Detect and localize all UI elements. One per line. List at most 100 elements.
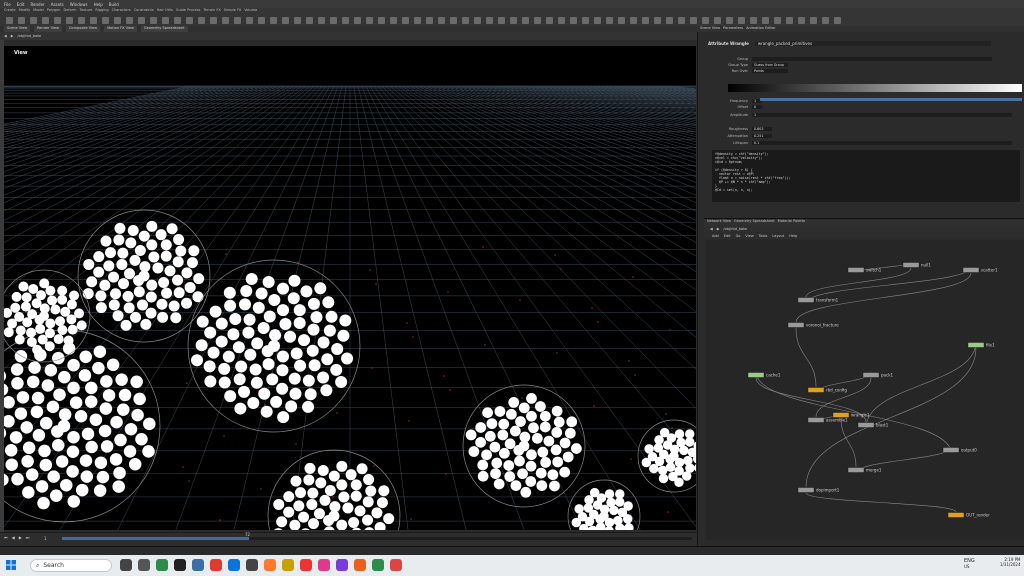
back-arrow-icon[interactable]: ◀ xyxy=(710,227,713,231)
menu-item[interactable]: File xyxy=(4,2,11,7)
shelf-tool-icon[interactable] xyxy=(618,16,625,24)
shelf-tool-icon[interactable] xyxy=(570,16,577,24)
shelf-tool-icon[interactable] xyxy=(558,16,565,24)
shelf-tool-icon[interactable] xyxy=(210,16,217,24)
shelf-tool-icon[interactable] xyxy=(390,16,397,24)
taskbar-app-icon[interactable] xyxy=(174,559,186,571)
network-node[interactable] xyxy=(967,342,985,348)
shelf-tool-icon[interactable] xyxy=(318,16,325,24)
menu-item[interactable]: Render xyxy=(30,2,44,7)
menu-item[interactable]: Windows xyxy=(70,2,88,7)
shelf-tool-icon[interactable] xyxy=(666,16,673,24)
jump-start-icon[interactable]: ⏮ xyxy=(4,535,8,540)
forward-arrow-icon[interactable]: ▶ xyxy=(11,34,14,38)
shelf-tool-icon[interactable] xyxy=(258,16,265,24)
param-field[interactable] xyxy=(752,56,992,61)
shelf-tool-icon[interactable] xyxy=(222,16,229,24)
shelf-tool-icon[interactable] xyxy=(702,16,709,24)
network-node[interactable] xyxy=(942,447,960,453)
shelf-tool-icon[interactable] xyxy=(606,16,613,24)
shelf-tool-icon[interactable] xyxy=(294,16,301,24)
menu-item[interactable]: Help xyxy=(94,2,103,7)
menu-item[interactable]: Build xyxy=(109,2,119,7)
network-path[interactable]: /obj/rbd_bake xyxy=(723,227,747,231)
taskbar-app-icon[interactable] xyxy=(336,559,348,571)
shelf-tool-icon[interactable] xyxy=(522,16,529,24)
network-menu-item[interactable]: Tools xyxy=(759,234,768,238)
network-node[interactable] xyxy=(787,322,805,328)
shelf-tool-icon[interactable] xyxy=(762,16,769,24)
param-field[interactable]: 0 xyxy=(752,104,762,109)
shelf-tool-icon[interactable] xyxy=(150,16,157,24)
shelf-tool-icon[interactable] xyxy=(42,16,49,24)
shelf-tool-icon[interactable] xyxy=(186,16,193,24)
param-field[interactable]: 0.603 xyxy=(752,126,772,131)
shelf-tool-icon[interactable] xyxy=(474,16,481,24)
windows-start-icon[interactable] xyxy=(6,560,16,570)
shelf-tool-icon[interactable] xyxy=(594,16,601,24)
shelf-tool-icon[interactable] xyxy=(246,16,253,24)
taskbar-app-icon[interactable] xyxy=(228,559,240,571)
network-menu-item[interactable]: Layout xyxy=(772,234,784,238)
shelf-tool-icon[interactable] xyxy=(714,16,721,24)
shelf-tool-icon[interactable] xyxy=(126,16,133,24)
network-node[interactable] xyxy=(807,417,825,423)
network-node[interactable] xyxy=(747,372,765,378)
taskbar-app-icon[interactable] xyxy=(300,559,312,571)
shelf-tool-icon[interactable] xyxy=(330,16,337,24)
shelf-tool-icon[interactable] xyxy=(30,16,37,24)
shelf-tool-icon[interactable] xyxy=(750,16,757,24)
taskbar-app-icon[interactable] xyxy=(354,559,366,571)
shelf-tool-icon[interactable] xyxy=(738,16,745,24)
param-dropdown[interactable]: Points xyxy=(752,68,788,73)
taskbar-app-icon[interactable] xyxy=(282,559,294,571)
shelf-tool-icon[interactable] xyxy=(198,16,205,24)
shelf-tool-icon[interactable] xyxy=(306,16,313,24)
play-icon[interactable]: ▶ xyxy=(19,535,22,540)
shelf-tool-icon[interactable] xyxy=(114,16,121,24)
shelf-tool-icon[interactable] xyxy=(810,16,817,24)
network-editor[interactable]: switch1 null1 transform1 scatter1 voronoi_fr… xyxy=(706,240,1024,540)
shelf-tool-icon[interactable] xyxy=(726,16,733,24)
shelf-tool-icon[interactable] xyxy=(834,16,841,24)
shelf-tool-icon[interactable] xyxy=(270,16,277,24)
param-dropdown[interactable]: Guess from Group xyxy=(752,62,788,67)
network-node[interactable] xyxy=(862,372,880,378)
step-back-icon[interactable]: ◀ xyxy=(12,535,15,540)
shelf-tool-icon[interactable] xyxy=(630,16,637,24)
shelf-tool-icon[interactable] xyxy=(234,16,241,24)
network-node[interactable] xyxy=(857,422,875,428)
taskbar-app-icon[interactable] xyxy=(210,559,222,571)
menu-item[interactable]: Edit xyxy=(17,2,25,7)
shelf-tool-icon[interactable] xyxy=(414,16,421,24)
shelf-tool-icon[interactable] xyxy=(6,16,13,24)
param-slider[interactable] xyxy=(760,98,1022,101)
shelf-tool-icon[interactable] xyxy=(54,16,61,24)
shelf-tool-icon[interactable] xyxy=(486,16,493,24)
shelf-tool-icon[interactable] xyxy=(78,16,85,24)
shelf-tool-icon[interactable] xyxy=(642,16,649,24)
shelf-tool-icon[interactable] xyxy=(354,16,361,24)
network-node[interactable] xyxy=(947,512,965,518)
network-menu-item[interactable]: Add xyxy=(712,234,719,238)
network-node[interactable] xyxy=(797,297,815,303)
frame-current[interactable]: 72 xyxy=(245,532,250,537)
network-menu-item[interactable]: View xyxy=(745,234,753,238)
tab-scene-view-right[interactable]: Scene View xyxy=(700,26,720,32)
network-node[interactable] xyxy=(832,412,850,418)
shelf-tool-icon[interactable] xyxy=(582,16,589,24)
network-canvas[interactable]: switch1 null1 transform1 scatter1 voronoi_fr… xyxy=(706,240,1024,540)
network-node[interactable] xyxy=(847,267,865,273)
shelf-tool-icon[interactable] xyxy=(510,16,517,24)
shelf-tool-icon[interactable] xyxy=(462,16,469,24)
shelf-tool-icon[interactable] xyxy=(690,16,697,24)
network-node[interactable] xyxy=(902,262,920,268)
shelf-tool-icon[interactable] xyxy=(18,16,25,24)
viewer-path[interactable]: /obj/rbd_bake xyxy=(17,34,41,38)
menu-item[interactable]: Assets xyxy=(51,2,64,7)
taskbar-app-icon[interactable] xyxy=(264,559,276,571)
shelf-tool-icon[interactable] xyxy=(774,16,781,24)
shelf-tool-icon[interactable] xyxy=(822,16,829,24)
taskbar-search[interactable]: ⌕ Search xyxy=(30,559,112,572)
shelf-tool-icon[interactable] xyxy=(534,16,541,24)
